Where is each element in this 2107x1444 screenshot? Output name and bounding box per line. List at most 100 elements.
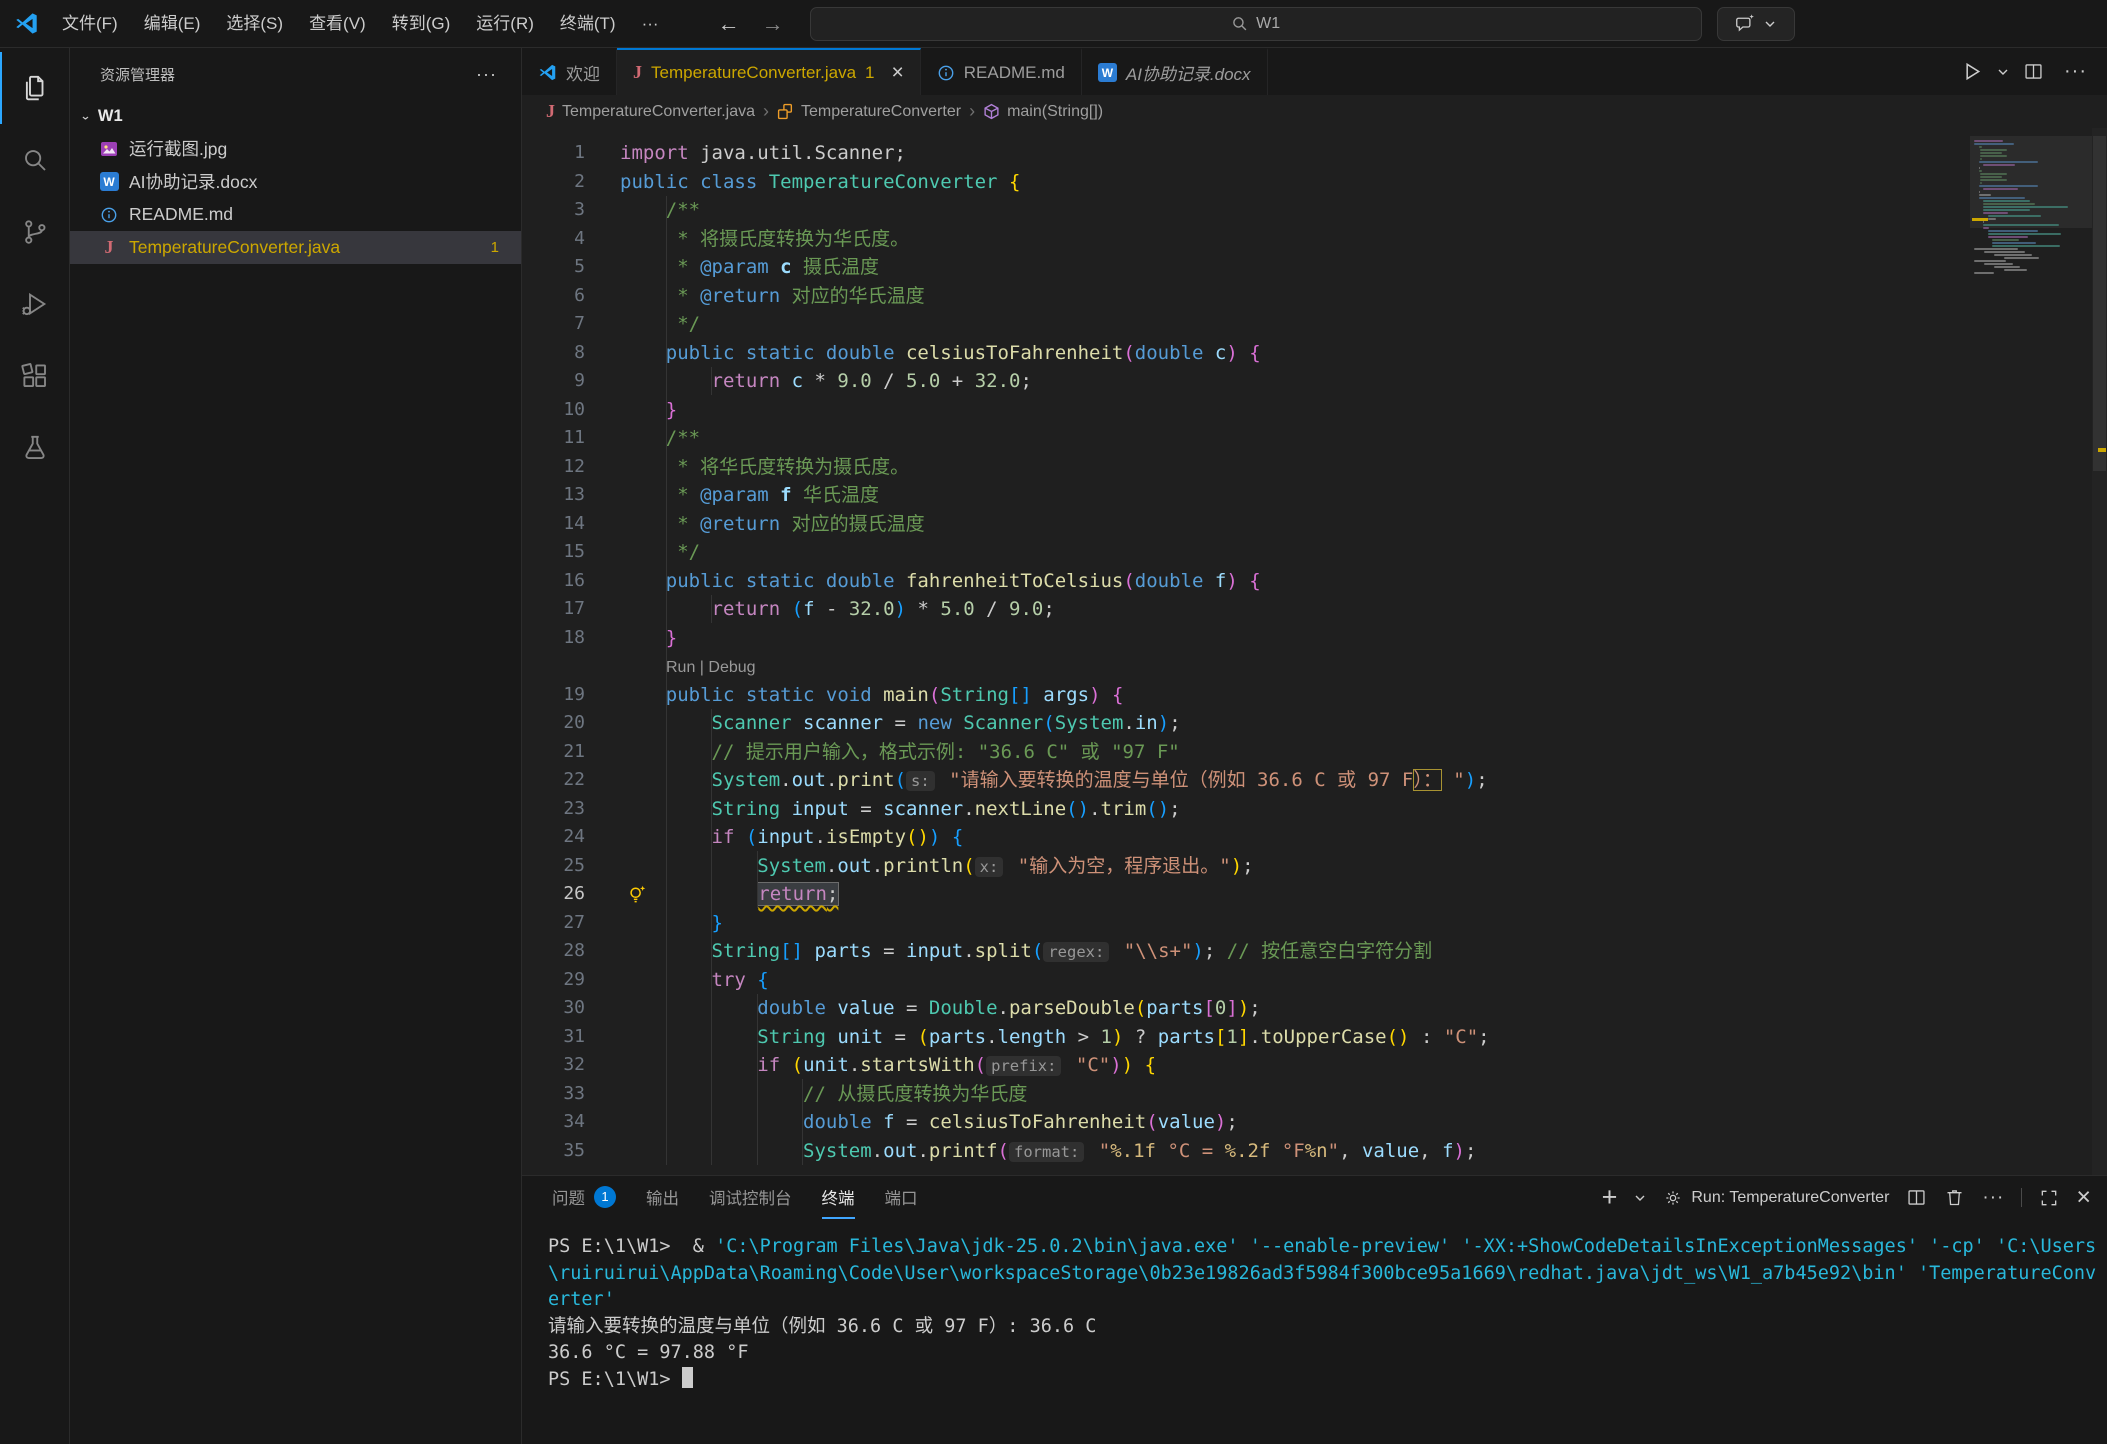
menu-文件(F)[interactable]: 文件(F) — [49, 0, 131, 48]
line-number: 8 — [522, 339, 585, 368]
activity-testing[interactable] — [0, 412, 69, 484]
terminal[interactable]: PS E:\1\W1> & 'C:\Program Files\Java\jdk… — [522, 1219, 2107, 1393]
line-number: 10 — [522, 396, 585, 425]
code-line-32: 32 if (unit.startsWith(prefix: "C")) { — [522, 1051, 2107, 1080]
forward-arrow-icon[interactable]: → — [762, 11, 784, 37]
source-control-branch-icon — [20, 217, 50, 247]
breadcrumb-TemperatureConverter.java[interactable]: JTemperatureConverter.java — [546, 101, 755, 122]
code-line-4: 4 * 将摄氏度转换为华氏度。 — [522, 225, 2107, 254]
scrollbar-thumb[interactable] — [2093, 136, 2106, 471]
line-number: 23 — [522, 795, 585, 824]
activity-search[interactable] — [0, 124, 69, 196]
code-editor[interactable]: 1import java.util.Scanner;2public class … — [522, 128, 2107, 1175]
tab-TemperatureConverter.java[interactable]: JTemperatureConverter.java1× — [617, 48, 921, 95]
breadcrumb-TemperatureConverter[interactable]: TemperatureConverter — [777, 103, 961, 121]
panel-tab-label: 问题 — [552, 1185, 585, 1209]
line-number: 13 — [522, 481, 585, 510]
copilot-chat-icon — [1735, 13, 1756, 34]
file-item-TemperatureConverter.java[interactable]: JTemperatureConverter.java1 — [70, 231, 521, 264]
activity-source-control[interactable] — [0, 196, 69, 268]
folder-root-W1[interactable]: ⌄ W1 — [70, 100, 521, 132]
tab-bar: 欢迎JTemperatureConverter.java1×README.mdW… — [522, 48, 2107, 95]
code-line-12: 12 * 将华氏度转换为摄氏度。 — [522, 453, 2107, 482]
panel-tab-调试控制台[interactable]: 调试控制台 — [709, 1176, 792, 1219]
menu-运行(R)[interactable]: 运行(R) — [463, 0, 547, 48]
search-value: W1 — [1256, 15, 1280, 33]
breadcrumb-separator: › — [763, 101, 769, 122]
file-item-运行截图.jpg[interactable]: 运行截图.jpg — [70, 132, 521, 165]
line-number: 31 — [522, 1023, 585, 1052]
code-line-7: 7 */ — [522, 310, 2107, 339]
line-number: 4 — [522, 225, 585, 254]
line-number: 26 — [522, 880, 585, 909]
code-line-8: 8 public static double celsiusToFahrenhe… — [522, 339, 2107, 368]
activity-run-debug[interactable] — [0, 268, 69, 340]
tab-README.md[interactable]: README.md — [921, 48, 1082, 95]
run-dropdown-chevron-icon[interactable] — [1997, 66, 2009, 78]
breadcrumb-main(String[])[interactable]: main(String[]) — [983, 103, 1103, 121]
line-number: 5 — [522, 253, 585, 282]
word-icon: W — [1098, 63, 1117, 82]
menu-终端(T)[interactable]: 终端(T) — [547, 0, 629, 48]
split-terminal-button[interactable] — [1906, 1187, 1927, 1208]
line-number: 17 — [522, 595, 585, 624]
kill-terminal-button[interactable] — [1944, 1187, 1965, 1208]
tab-label: 欢迎 — [566, 60, 600, 85]
file-item-AI协助记录.docx[interactable]: WAI协助记录.docx — [70, 165, 521, 198]
method-icon — [983, 103, 1000, 120]
close-tab-icon[interactable]: × — [892, 62, 904, 83]
line-number: 33 — [522, 1080, 585, 1109]
bottom-panel: 问题1 输出调试控制台终端端口 + Run: TemperatureConvert… — [522, 1175, 2107, 1444]
new-terminal-button[interactable]: + — [1602, 1184, 1618, 1211]
menu-more-icon[interactable]: ··· — [629, 0, 672, 48]
panel-tab-输出[interactable]: 输出 — [646, 1176, 679, 1219]
line-number: 22 — [522, 766, 585, 795]
panel-tab-端口[interactable]: 端口 — [885, 1176, 918, 1219]
menu-编辑(E)[interactable]: 编辑(E) — [131, 0, 214, 48]
panel-tab-问题[interactable]: 问题1 — [552, 1176, 616, 1219]
search-box[interactable]: W1 — [810, 7, 1702, 41]
codelens-run-debug[interactable]: Run | Debug — [666, 659, 756, 676]
tab-AI协助记录.docx[interactable]: WAI协助记录.docx — [1082, 48, 1268, 95]
file-item-README.md[interactable]: README.md — [70, 198, 521, 231]
editor-scrollbar[interactable] — [2092, 128, 2107, 1175]
activity-explorer[interactable] — [0, 52, 69, 124]
terminal-dropdown-chevron-icon[interactable] — [1634, 1192, 1646, 1204]
code-line-22: 22 System.out.print(s: "请输入要转换的温度与单位（例如 … — [522, 766, 2107, 795]
line-number: 6 — [522, 282, 585, 311]
copilot-button[interactable] — [1717, 7, 1795, 41]
menu-选择(S)[interactable]: 选择(S) — [213, 0, 296, 48]
line-number: 19 — [522, 681, 585, 710]
tab-欢迎[interactable]: 欢迎 — [522, 48, 617, 95]
line-number: 30 — [522, 994, 585, 1023]
word-icon: W — [98, 172, 120, 191]
activity-extensions[interactable] — [0, 340, 69, 412]
chevron-down-icon: ⌄ — [80, 109, 91, 123]
lightbulb-sparkle-icon[interactable] — [626, 884, 647, 905]
menu-查看(V)[interactable]: 查看(V) — [296, 0, 379, 48]
minimap[interactable] — [1970, 128, 2092, 1175]
close-panel-button[interactable]: × — [2076, 1185, 2091, 1210]
terminal-instance-item[interactable]: Run: TemperatureConverter — [1663, 1188, 1889, 1208]
java-icon: J — [98, 237, 120, 258]
breadcrumb-label: TemperatureConverter — [801, 103, 961, 121]
editor-more-actions-icon[interactable]: ··· — [2064, 60, 2087, 83]
menu-转到(G)[interactable]: 转到(G) — [379, 0, 464, 48]
code-line-20: 20 Scanner scanner = new Scanner(System.… — [522, 709, 2107, 738]
run-java-button[interactable] — [1960, 60, 1983, 83]
code-line-25: 25 System.out.println(x: "输入为空，程序退出。"); — [522, 852, 2107, 881]
code-line-30: 30 double value = Double.parseDouble(par… — [522, 994, 2107, 1023]
panel-more-actions-icon[interactable]: ··· — [1982, 1187, 2004, 1209]
panel-tab-终端[interactable]: 终端 — [822, 1176, 855, 1219]
maximize-panel-button[interactable] — [2039, 1188, 2059, 1208]
file-name: README.md — [129, 204, 233, 225]
search-icon — [1231, 15, 1248, 32]
code-line-31: 31 String unit = (parts.length > 1) ? pa… — [522, 1023, 2107, 1052]
split-editor-button[interactable] — [2023, 61, 2044, 82]
class-icon — [777, 103, 794, 120]
code-line-21: 21 // 提示用户输入，格式示例: "36.6 C" 或 "97 F" — [522, 738, 2107, 767]
more-actions-icon[interactable]: ··· — [476, 64, 497, 85]
back-arrow-icon[interactable]: ← — [718, 11, 740, 37]
chevron-down-icon — [1764, 18, 1776, 30]
breadcrumb: JTemperatureConverter.java › TemperatureCo… — [522, 95, 2107, 128]
